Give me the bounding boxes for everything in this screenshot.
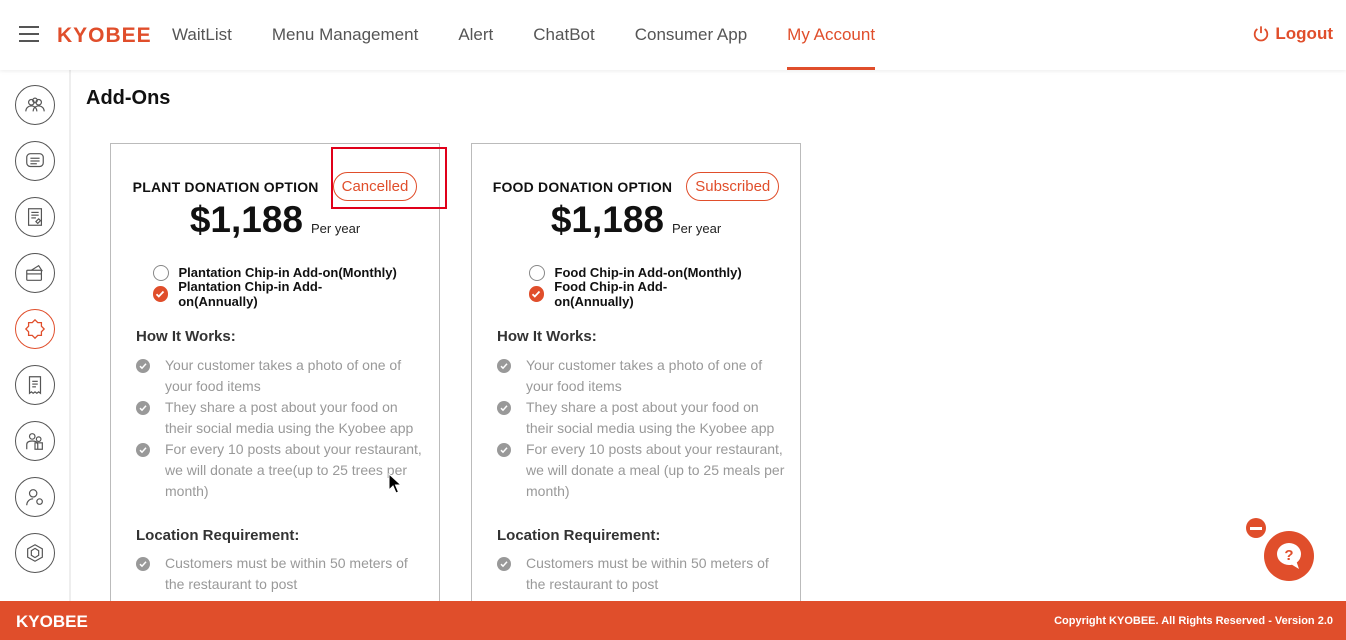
check-circle-icon bbox=[136, 401, 150, 415]
nav-consumer-app[interactable]: Consumer App bbox=[615, 0, 767, 70]
list-item: They share a post about your food on the… bbox=[136, 397, 426, 439]
nav-my-account[interactable]: My Account bbox=[767, 0, 895, 70]
logout-label: Logout bbox=[1275, 24, 1333, 43]
price-value: $1,188 bbox=[550, 199, 665, 240]
option-annually[interactable]: Food Chip-in Add-on(Annually) bbox=[528, 279, 744, 309]
nav-chatbot[interactable]: ChatBot bbox=[513, 0, 614, 70]
list-item-text: Customers must be within 50 meters of th… bbox=[165, 555, 408, 592]
sidebar bbox=[0, 70, 71, 601]
how-it-works-title: How It Works: bbox=[497, 328, 597, 345]
radio-checked-icon[interactable] bbox=[528, 285, 545, 302]
sidebar-users-icon[interactable] bbox=[15, 85, 55, 125]
list-item: Your customer takes a photo of one of yo… bbox=[497, 355, 787, 397]
price-period: Per year bbox=[311, 221, 361, 236]
location-requirement-title: Location Requirement: bbox=[136, 527, 300, 544]
footer-copyright: Copyright KYOBEE. All Rights Reserved - … bbox=[1054, 615, 1333, 627]
list-item: Customers must be within 50 meters of th… bbox=[136, 553, 426, 595]
card-name: FOOD DONATION OPTION bbox=[492, 178, 673, 195]
sidebar-user-settings-icon[interactable] bbox=[15, 477, 55, 517]
sidebar-chat-icon[interactable] bbox=[15, 141, 55, 181]
question-bubble-icon: ? bbox=[1277, 543, 1301, 569]
location-requirement-list: Customers must be within 50 meters of th… bbox=[497, 553, 787, 595]
check-circle-icon bbox=[497, 401, 511, 415]
how-it-works-title: How It Works: bbox=[136, 328, 236, 345]
check-circle-icon bbox=[136, 557, 150, 571]
list-item-text: For every 10 posts about your restaurant… bbox=[165, 441, 422, 499]
top-nav-bar: KYOBEE WaitList Menu Management Alert Ch… bbox=[0, 0, 1346, 70]
list-item-text: Your customer takes a photo of one of yo… bbox=[165, 357, 402, 394]
nav-alert[interactable]: Alert bbox=[438, 0, 513, 70]
logout-button[interactable]: Logout bbox=[1252, 24, 1333, 44]
option-label: Food Chip-in Add-on(Annually) bbox=[554, 278, 668, 309]
check-circle-icon bbox=[497, 557, 511, 571]
footer-brand: KYOBEE bbox=[16, 612, 88, 631]
radio-unchecked-icon[interactable] bbox=[528, 264, 545, 281]
addon-card-plant: PLANT DONATION OPTION Cancelled $1,188 P… bbox=[110, 143, 440, 613]
nav-menu-management[interactable]: Menu Management bbox=[252, 0, 438, 70]
mouse-cursor-icon bbox=[388, 473, 402, 494]
list-item-text: Customers must be within 50 meters of th… bbox=[526, 555, 769, 592]
option-annually[interactable]: Plantation Chip-in Add-on(Annually) bbox=[152, 279, 398, 309]
list-item: Customers must be within 50 meters of th… bbox=[497, 553, 787, 595]
sidebar-receipt-icon[interactable] bbox=[15, 365, 55, 405]
check-circle-icon bbox=[497, 359, 511, 373]
power-icon bbox=[1254, 26, 1269, 42]
sidebar-hexagon-icon[interactable] bbox=[15, 533, 55, 573]
sidebar-payment-icon[interactable] bbox=[15, 253, 55, 293]
help-chat-button[interactable]: ? bbox=[1264, 531, 1314, 581]
card-name: PLANT DONATION OPTION bbox=[132, 178, 319, 195]
list-item: For every 10 posts about your restaurant… bbox=[497, 439, 787, 502]
check-circle-icon bbox=[136, 443, 150, 457]
how-it-works-list: Your customer takes a photo of one of yo… bbox=[136, 355, 426, 502]
nav-waitlist[interactable]: WaitList bbox=[152, 0, 252, 70]
sidebar-family-icon[interactable] bbox=[15, 421, 55, 461]
list-item-text: They share a post about your food on the… bbox=[165, 399, 414, 436]
check-circle-icon bbox=[136, 359, 150, 373]
list-item: For every 10 posts about your restaurant… bbox=[136, 439, 426, 502]
chat-minimize-icon[interactable] bbox=[1246, 518, 1266, 538]
check-circle-icon bbox=[497, 443, 511, 457]
list-item-text: For every 10 posts about your restaurant… bbox=[526, 441, 785, 499]
main-nav: WaitList Menu Management Alert ChatBot C… bbox=[152, 0, 895, 70]
price-value: $1,188 bbox=[189, 199, 304, 240]
highlight-box bbox=[331, 147, 447, 209]
list-item-text: Your customer takes a photo of one of yo… bbox=[526, 357, 763, 394]
sidebar-badge-icon[interactable] bbox=[15, 309, 55, 349]
price-period: Per year bbox=[672, 221, 722, 236]
radio-unchecked-icon[interactable] bbox=[152, 264, 169, 281]
list-item: They share a post about your food on the… bbox=[497, 397, 787, 439]
option-label: Plantation Chip-in Add-on(Annually) bbox=[178, 278, 323, 309]
sidebar-menu-doc-icon[interactable] bbox=[15, 197, 55, 237]
how-it-works-list: Your customer takes a photo of one of yo… bbox=[497, 355, 787, 502]
footer: KYOBEE Copyright KYOBEE. All Rights Rese… bbox=[0, 601, 1346, 640]
radio-checked-icon[interactable] bbox=[152, 285, 169, 302]
hamburger-menu-icon[interactable] bbox=[19, 26, 39, 42]
status-badge-subscribed[interactable]: Subscribed bbox=[686, 172, 780, 201]
list-item: Your customer takes a photo of one of yo… bbox=[136, 355, 426, 397]
svg-text:?: ? bbox=[1284, 547, 1293, 564]
addon-card-food: FOOD DONATION OPTION Subscribed $1,188 P… bbox=[471, 143, 801, 613]
page-title: Add-Ons bbox=[86, 87, 171, 109]
location-requirement-title: Location Requirement: bbox=[497, 527, 661, 544]
location-requirement-list: Customers must be within 50 meters of th… bbox=[136, 553, 426, 595]
brand-logo[interactable]: KYOBEE bbox=[57, 24, 152, 48]
list-item-text: They share a post about your food on the… bbox=[526, 399, 775, 436]
